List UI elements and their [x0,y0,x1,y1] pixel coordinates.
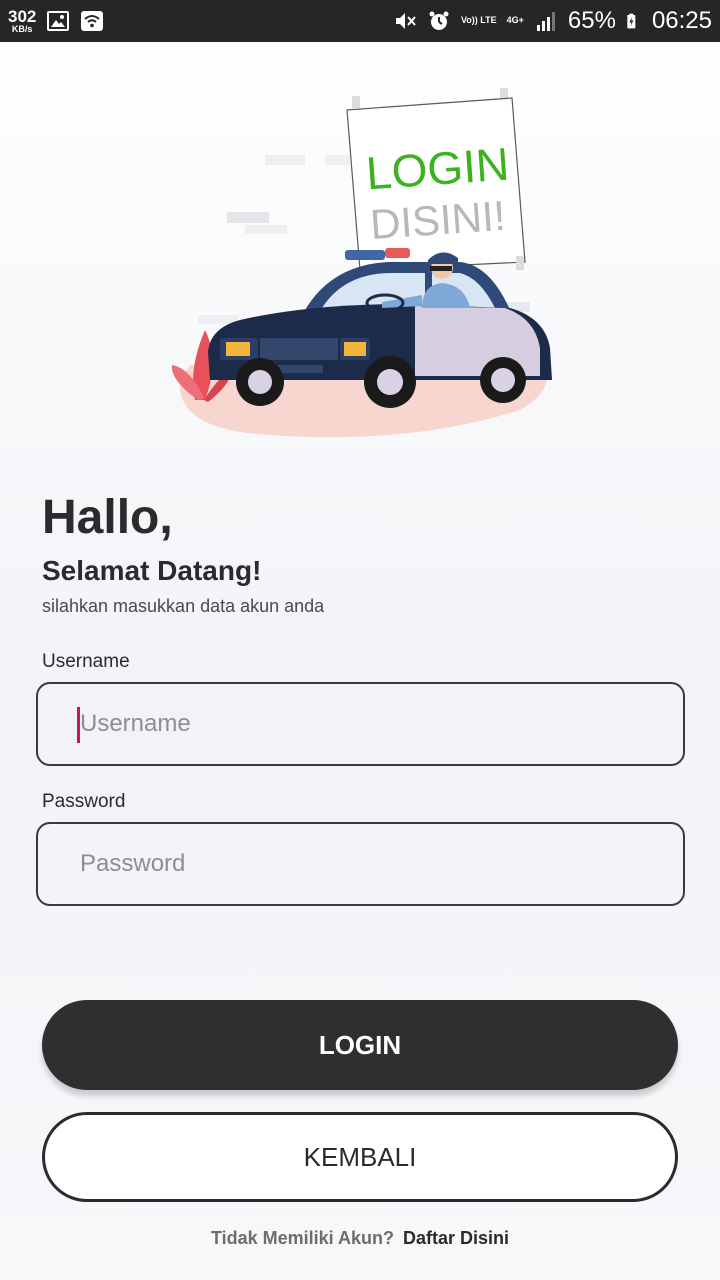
signal-icon [536,12,555,31]
signup-prompt: Tidak Memiliki Akun? Daftar Disini [0,1228,720,1249]
volte-label: Vo)) LTE [460,15,497,26]
battery-percent: 65% [567,7,616,34]
username-input[interactable] [36,682,685,766]
back-button[interactable]: KEMBALI [42,1112,678,1202]
status-bar: 302 KB/s Vo)) LTE 4G+ 65% 06:25 [0,0,720,42]
status-bar-right: Vo)) LTE 4G+ 65% 06:25 [393,7,712,35]
sign-line-2: DISINI! [369,192,507,248]
sign-line-1: LOGIN [364,138,510,200]
net-speed-value: 302 [8,7,37,26]
wall-brick [265,155,305,165]
net-speed-indicator: 302 KB/s [8,8,36,34]
police-car-icon [208,248,552,408]
network-label: 4G+ [506,15,524,26]
mute-icon [395,13,416,29]
wall-brick [245,225,287,234]
signup-question: Tidak Memiliki Akun? [210,1228,394,1248]
greeting-hint: silahkan masukkan data akun anda [42,596,325,616]
login-sign: LOGIN DISINI! [346,88,526,271]
wall-brick [227,212,269,223]
alarm-icon [429,11,449,30]
battery-icon [627,13,636,29]
password-input[interactable] [36,822,685,906]
signup-link[interactable]: Daftar Disini [403,1228,509,1248]
wifi-icon [81,11,104,31]
text-cursor [77,707,80,743]
net-speed-unit: KB/s [11,24,33,34]
hero-illustration: LOGIN DISINI! [171,88,552,438]
login-button[interactable]: LOGIN [42,1000,678,1090]
greeting-subtitle: Selamat Datang! [42,555,262,586]
wall-brick [325,155,350,165]
clock: 06:25 [651,7,712,34]
gallery-icon [47,11,70,31]
username-label: Username [42,651,130,672]
greeting-title: Hallo, [42,491,173,544]
password-label: Password [42,791,126,812]
status-bar-left: 302 KB/s [8,8,104,34]
